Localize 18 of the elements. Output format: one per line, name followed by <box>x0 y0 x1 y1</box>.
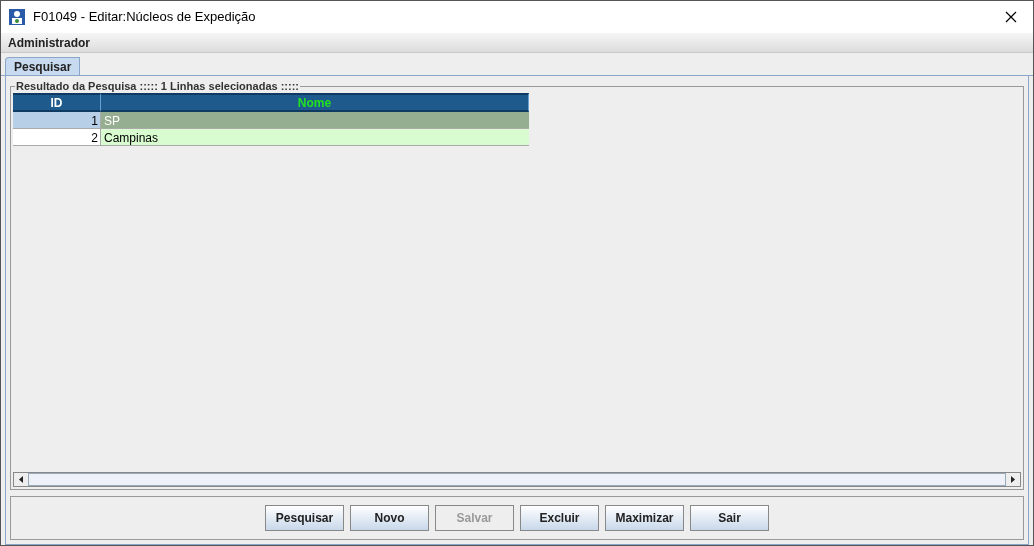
action-button[interactable]: Excluir <box>520 505 599 531</box>
group-title: Resultado da Pesquisa ::::: 1 Linhas selecionadas ::::: <box>15 79 300 93</box>
action-button[interactable]: Pesquisar <box>265 505 344 531</box>
table-cell: 1 <box>13 112 101 128</box>
action-button[interactable]: Sair <box>690 505 769 531</box>
tab[interactable]: Pesquisar <box>5 57 81 75</box>
table-cell: Campinas <box>101 129 529 145</box>
user-label: Administrador <box>8 34 90 52</box>
column-header[interactable]: ID <box>13 93 101 112</box>
horizontal-scrollbar[interactable] <box>13 472 1021 487</box>
app-icon <box>9 9 25 25</box>
window-title: F01049 - Editar:Núcleos de Expedição <box>33 8 256 27</box>
action-button[interactable]: Maximizar <box>605 505 684 531</box>
action-button[interactable]: Novo <box>350 505 429 531</box>
table-cell: SP <box>101 112 529 128</box>
table-cell: 2 <box>13 129 101 145</box>
close-icon[interactable] <box>1005 11 1017 23</box>
column-header[interactable]: Nome <box>101 93 529 112</box>
